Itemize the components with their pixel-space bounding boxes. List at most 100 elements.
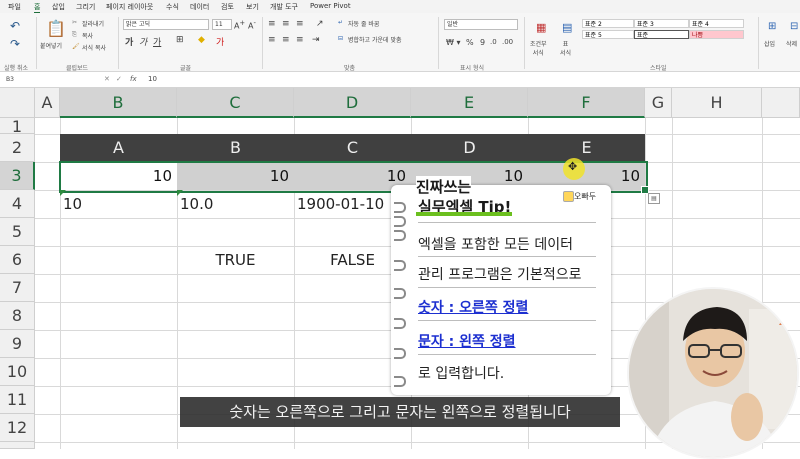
- copy-button[interactable]: 복사: [82, 31, 93, 40]
- border-icon[interactable]: ⊞: [176, 35, 184, 45]
- wrap-text-button[interactable]: 자동 줄 바꿈: [348, 19, 379, 28]
- column-header-f[interactable]: F: [528, 88, 645, 118]
- cell-d3[interactable]: 10: [294, 167, 406, 185]
- menu-file[interactable]: 파일: [8, 2, 21, 12]
- font-size-select[interactable]: 11: [212, 19, 232, 30]
- paste-options-icon[interactable]: ▤: [648, 193, 660, 204]
- cell-c3[interactable]: 10: [177, 167, 289, 185]
- format-painter-icon[interactable]: 🖌: [72, 43, 80, 50]
- conditional-format-button[interactable]: 조건부 서식: [530, 39, 547, 57]
- bold-icon[interactable]: 가: [125, 35, 133, 48]
- undo-icon[interactable]: ↶: [10, 19, 20, 33]
- cell-b4[interactable]: 10: [63, 195, 82, 213]
- underline-icon[interactable]: 가: [153, 35, 161, 48]
- column-header-a[interactable]: A: [35, 88, 60, 118]
- indent-icon[interactable]: ⇥: [312, 35, 320, 45]
- style-normal-5[interactable]: 표준 5: [582, 30, 634, 39]
- cell-c4[interactable]: 10.0: [180, 195, 213, 213]
- font-name-select[interactable]: 맑은 고딕: [123, 19, 209, 30]
- style-normal-3[interactable]: 표준 3: [634, 19, 689, 28]
- delete-cells-icon[interactable]: ⊟: [790, 21, 798, 32]
- row-header-3[interactable]: 3: [0, 162, 35, 190]
- menu-view[interactable]: 보기: [246, 2, 259, 12]
- menu-power-pivot[interactable]: Power Pivot: [310, 2, 351, 10]
- select-all-corner[interactable]: [0, 88, 35, 118]
- row-header-2[interactable]: 2: [0, 134, 35, 162]
- wrap-text-icon[interactable]: ↵: [338, 19, 343, 26]
- menu-review[interactable]: 검토: [221, 2, 234, 12]
- align-right-icon[interactable]: ≡: [296, 35, 304, 45]
- row-header-10[interactable]: 10: [0, 358, 35, 386]
- column-header-e[interactable]: E: [411, 88, 528, 118]
- merge-center-button[interactable]: 병합하고 가운데 맞춤: [348, 35, 402, 44]
- align-bottom-icon[interactable]: ≡: [296, 19, 304, 29]
- cell-d4[interactable]: 1900-01-10: [297, 195, 384, 213]
- format-table-button[interactable]: 표 서식: [560, 39, 571, 57]
- cell-e2[interactable]: D: [411, 134, 528, 162]
- menu-data[interactable]: 데이터: [190, 2, 209, 12]
- format-painter-button[interactable]: 서식 복사: [82, 43, 106, 52]
- row-header-13[interactable]: [0, 442, 35, 449]
- comma-icon[interactable]: 9: [480, 38, 485, 47]
- orientation-icon[interactable]: ↗: [316, 19, 324, 29]
- formula-input[interactable]: 10: [148, 75, 157, 83]
- align-middle-icon[interactable]: ≡: [282, 19, 290, 29]
- style-normal-2[interactable]: 표준 2: [582, 19, 634, 28]
- number-format-select[interactable]: 일반: [444, 19, 518, 30]
- menu-insert[interactable]: 삽입: [52, 2, 65, 12]
- delete-cells-button[interactable]: 삭제: [786, 39, 797, 48]
- style-normal-4[interactable]: 표준 4: [689, 19, 744, 28]
- shrink-font-icon[interactable]: A-: [248, 19, 256, 31]
- style-bad[interactable]: 나쁨: [689, 30, 744, 39]
- column-header-h[interactable]: H: [672, 88, 762, 118]
- row-header-6[interactable]: 6: [0, 246, 35, 274]
- style-normal[interactable]: 표준: [634, 30, 689, 39]
- merge-icon[interactable]: ⊟: [338, 35, 343, 42]
- copy-icon[interactable]: ⎘: [72, 31, 77, 39]
- paste-button[interactable]: 붙여넣기: [40, 41, 62, 50]
- paste-icon[interactable]: 📋: [46, 19, 66, 38]
- column-header-d[interactable]: D: [294, 88, 411, 118]
- menu-developer[interactable]: 개발 도구: [270, 2, 298, 12]
- cell-c2[interactable]: B: [177, 134, 294, 162]
- menu-draw[interactable]: 그리기: [76, 2, 95, 12]
- menu-page-layout[interactable]: 페이지 레이아웃: [106, 2, 153, 12]
- grow-font-icon[interactable]: A+: [234, 19, 245, 31]
- insert-cells-button[interactable]: 삽입: [764, 39, 775, 48]
- currency-icon[interactable]: ₩ ▾: [446, 38, 460, 47]
- cell-d2[interactable]: C: [294, 134, 411, 162]
- row-header-4[interactable]: 4: [0, 190, 35, 218]
- menu-formulas[interactable]: 수식: [166, 2, 179, 12]
- function-icon[interactable]: fx: [130, 75, 137, 83]
- column-header-b[interactable]: B: [60, 88, 177, 118]
- fill-color-icon[interactable]: ◆: [198, 35, 205, 45]
- name-box[interactable]: B3: [6, 76, 96, 83]
- cancel-icon[interactable]: ✕: [104, 75, 110, 83]
- menu-home[interactable]: 홈: [34, 2, 41, 13]
- increase-decimal-icon[interactable]: .0: [490, 38, 497, 46]
- enter-icon[interactable]: ✓: [116, 75, 122, 83]
- cell-f2[interactable]: E: [528, 134, 645, 162]
- row-header-1[interactable]: 1: [0, 118, 35, 136]
- row-header-9[interactable]: 9: [0, 330, 35, 358]
- redo-icon[interactable]: ↷: [10, 37, 20, 51]
- cut-button[interactable]: 잘라내기: [82, 19, 104, 28]
- align-top-icon[interactable]: ≡: [268, 19, 276, 29]
- conditional-format-icon[interactable]: ▦: [536, 21, 546, 34]
- row-header-12[interactable]: 12: [0, 414, 35, 442]
- align-left-icon[interactable]: ≡: [268, 35, 276, 45]
- font-color-icon[interactable]: 가: [216, 35, 224, 48]
- align-center-icon[interactable]: ≡: [282, 35, 290, 45]
- decrease-decimal-icon[interactable]: .00: [502, 38, 513, 46]
- row-header-5[interactable]: 5: [0, 218, 35, 246]
- column-header-i[interactable]: [762, 88, 800, 118]
- cell-b3[interactable]: 10: [60, 167, 172, 185]
- percent-icon[interactable]: %: [466, 38, 474, 47]
- cell-b2[interactable]: A: [60, 134, 177, 162]
- italic-icon[interactable]: 가: [139, 35, 147, 48]
- row-header-8[interactable]: 8: [0, 302, 35, 330]
- column-header-g[interactable]: G: [645, 88, 672, 118]
- row-header-7[interactable]: 7: [0, 274, 35, 302]
- format-table-icon[interactable]: ▤: [562, 21, 572, 34]
- cut-icon[interactable]: ✂: [72, 19, 77, 26]
